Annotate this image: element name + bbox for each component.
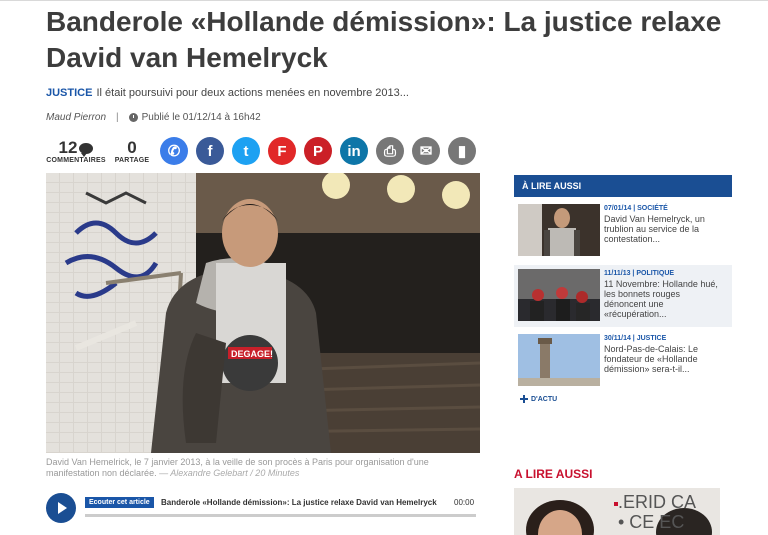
related-meta: 07/01/14 | SOCIÉTÉ [604, 205, 668, 212]
player-progress[interactable] [85, 514, 476, 517]
byline: Maud Pierron | Publié le 01/12/14 à 16h4… [46, 112, 261, 123]
photo-illustration: DEGAGE! [46, 173, 480, 453]
audio-player: Ecouter cet article Banderole «Hollande … [46, 493, 476, 523]
related-title[interactable]: David Van Hemelryck, un trublion au serv… [604, 214, 724, 244]
related-image[interactable]: .ERID CA • CE EC [514, 488, 720, 535]
comment-bubble-icon [79, 142, 94, 157]
linkedin-icon[interactable]: in [340, 137, 368, 165]
lead-text: Il était poursuivi pour deux actions men… [96, 87, 409, 99]
related-meta: 30/11/14 | JUSTICE [604, 335, 667, 342]
sidebar-related: À LIRE AUSSI 07/01/14 | SOCIÉTÉ David Va… [514, 175, 732, 392]
shirt-slogan: DEGAGE! [231, 349, 273, 359]
article-lead: JUSTICE Il était poursuivi pour deux acti… [46, 87, 409, 99]
related-image-text: .ERID CA • CE EC [618, 492, 697, 532]
publish-date: Publié le 01/12/14 à 16h42 [141, 112, 261, 123]
player-time: 00:00 [454, 498, 475, 507]
clock-icon [128, 113, 138, 122]
photo-credit: — Alexandre Gelebart / 20 Minutes [159, 468, 300, 478]
more-news-label: D'ACTU [531, 395, 558, 403]
related-card[interactable]: 30/11/14 | JUSTICE Nord-Pas-de-Calais: L… [514, 330, 732, 392]
play-button[interactable] [46, 493, 76, 523]
player-title: Banderole «Hollande démission»: La justi… [161, 498, 437, 507]
related-card[interactable]: 07/01/14 | SOCIÉTÉ David Van Hemelryck, … [514, 200, 732, 262]
photo-caption: David Van Hemelrick, le 7 janvier 2013, … [46, 457, 480, 479]
messenger-icon[interactable]: ✆ [160, 137, 188, 165]
email-icon[interactable]: ✉ [412, 137, 440, 165]
more-news-link[interactable]: D'ACTU [520, 395, 557, 403]
related-card[interactable]: 11/11/13 | POLITIQUE 11 Novembre: Hollan… [514, 265, 732, 327]
comments-label: COMMENTAIRES [46, 157, 106, 164]
shares-counter: 0 PARTAGE [112, 138, 152, 165]
print-icon[interactable]: ⎙ [376, 137, 404, 165]
sidebar-header: À LIRE AUSSI [514, 175, 732, 197]
related-title[interactable]: Nord-Pas-de-Calais: Le fondateur de «Hol… [604, 344, 724, 374]
twitter-icon[interactable]: t [232, 137, 260, 165]
pinterest-icon[interactable]: P [304, 137, 332, 165]
facebook-icon[interactable]: f [196, 137, 224, 165]
related-thumbnail [518, 204, 600, 256]
byline-separator: | [116, 112, 119, 123]
bookmark-icon[interactable]: ▮ [448, 137, 476, 165]
comments-counter[interactable]: 12 COMMENTAIRES [46, 138, 106, 165]
listen-label: Ecouter cet article [85, 497, 154, 508]
related-title[interactable]: 11 Novembre: Hollande hué, les bonnets r… [604, 279, 724, 319]
shares-label: PARTAGE [114, 157, 150, 164]
article-title: Banderole «Hollande démission»: La justi… [46, 6, 722, 73]
article-photo: DEGAGE! [46, 173, 480, 453]
top-border [0, 0, 768, 1]
author-name[interactable]: Maud Pierron [46, 112, 106, 123]
related-thumbnail [518, 269, 600, 321]
comments-count: 12 [58, 138, 78, 157]
category-tag[interactable]: JUSTICE [46, 87, 92, 99]
shares-count: 0 [127, 138, 137, 157]
related-section-title: A LIRE AUSSI [514, 467, 593, 481]
related-thumbnail [518, 334, 600, 386]
flipboard-icon[interactable]: F [268, 137, 296, 165]
plus-icon [520, 395, 528, 403]
related-meta: 11/11/13 | POLITIQUE [604, 270, 675, 277]
